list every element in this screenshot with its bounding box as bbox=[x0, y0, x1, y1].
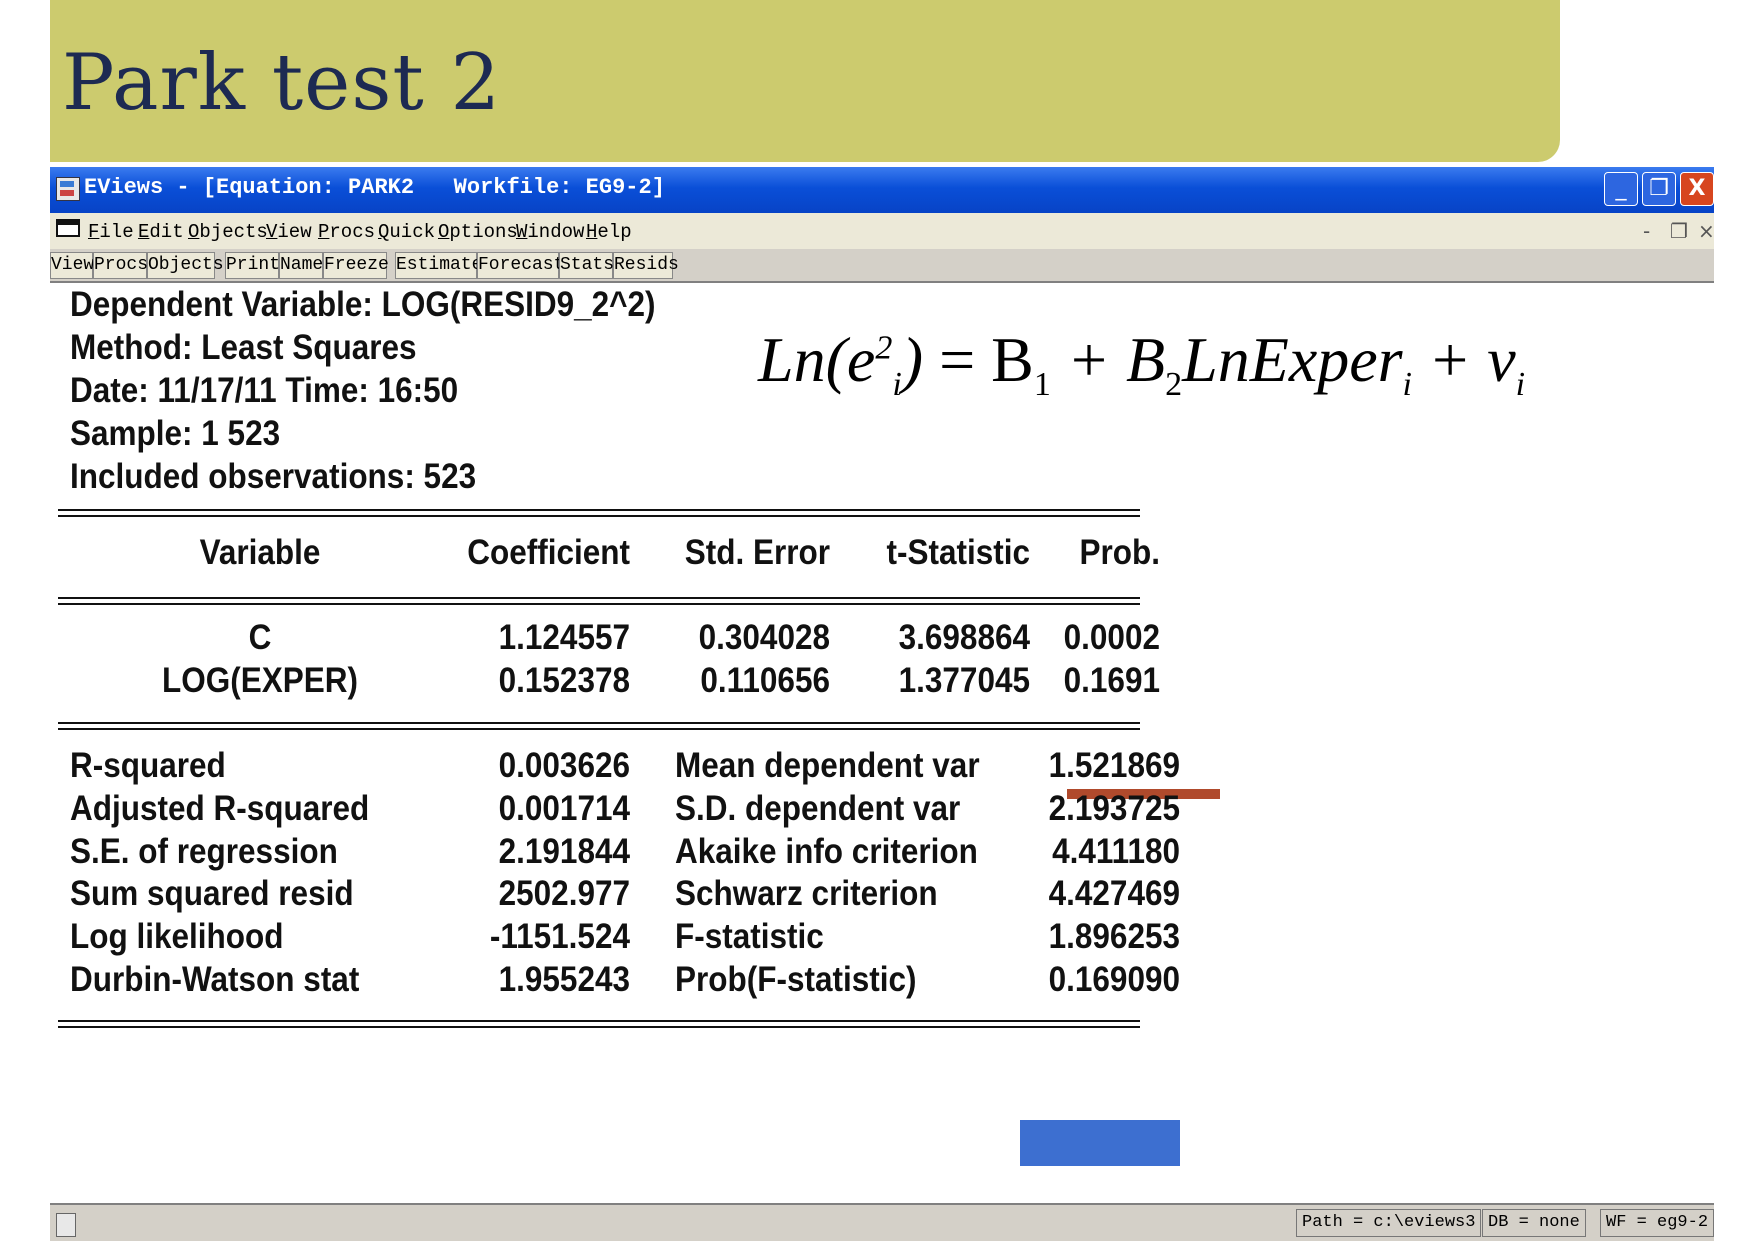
menu-view[interactable]: View bbox=[266, 221, 312, 243]
stat-value: 0.001714 bbox=[498, 789, 630, 828]
stat-label: Durbin-Watson stat bbox=[70, 960, 360, 999]
stat-value: 1.521869 bbox=[1048, 746, 1180, 785]
sample-line: Sample: 1 523 bbox=[70, 414, 281, 453]
stat-label: F-statistic bbox=[675, 917, 824, 956]
coef-row-prob: 0.0002 bbox=[1063, 618, 1160, 657]
method-line: Method: Least Squares bbox=[70, 328, 417, 367]
stat-value: 4.411180 bbox=[1052, 832, 1180, 871]
status-workfile: WF = eg9-2 bbox=[1600, 1209, 1715, 1237]
menu-quick[interactable]: Quick bbox=[378, 221, 435, 243]
coef-row-coefficient: 0.152378 bbox=[498, 661, 630, 700]
toolbar-procs-button[interactable]: Procs bbox=[93, 252, 148, 279]
col-header-std-error: Std. Error bbox=[684, 533, 830, 572]
date-time-line: Date: 11/17/11 Time: 16:50 bbox=[70, 371, 459, 410]
stat-value: 1.955243 bbox=[498, 960, 630, 999]
table-rule bbox=[58, 1020, 1140, 1022]
col-header-variable: Variable bbox=[199, 533, 321, 572]
toolbar-print-button[interactable]: Print bbox=[225, 252, 280, 279]
stat-value: 2.193725 bbox=[1048, 789, 1180, 828]
dependent-variable-line: Dependent Variable: LOG(RESID9_2^2) bbox=[70, 285, 656, 324]
status-bar: Path = c:\eviews3 DB = none WF = eg9-2 bbox=[50, 1203, 1715, 1241]
stat-label: R-squared bbox=[70, 746, 226, 785]
stat-label: Prob(F-statistic) bbox=[675, 960, 917, 999]
menu-options[interactable]: Options bbox=[438, 221, 518, 243]
stat-value: 2502.977 bbox=[498, 874, 630, 913]
toolbar-estimate-button[interactable]: Estimate bbox=[395, 252, 482, 279]
stat-label: Schwarz criterion bbox=[675, 874, 938, 913]
stat-label: S.E. of regression bbox=[70, 832, 338, 871]
stat-value: 0.003626 bbox=[498, 746, 630, 785]
coef-row-variable: LOG(EXPER) bbox=[161, 661, 359, 700]
equation-toolbar: View Procs Objects Print Name Freeze Est… bbox=[50, 249, 1714, 283]
eviews-window: EViews - [Equation: PARK2 Workfile: EG9-… bbox=[50, 167, 1715, 1241]
toolbar-view-button[interactable]: View bbox=[50, 252, 94, 279]
window-titlebar[interactable]: EViews - [Equation: PARK2 Workfile: EG9-… bbox=[50, 167, 1714, 213]
eviews-app-icon[interactable] bbox=[56, 177, 80, 201]
toolbar-stats-button[interactable]: Stats bbox=[559, 252, 614, 279]
table-rule bbox=[58, 515, 1140, 517]
table-rule bbox=[58, 509, 1140, 511]
coef-row-std-error: 0.304028 bbox=[698, 618, 830, 657]
toolbar-resids-button[interactable]: Resids bbox=[613, 252, 679, 279]
stat-value: 2.191844 bbox=[498, 832, 630, 871]
menu-window[interactable]: Window bbox=[516, 221, 584, 243]
stat-value: 4.427469 bbox=[1048, 874, 1180, 913]
window-title: EViews - [Equation: PARK2 Workfile: EG9-… bbox=[84, 175, 665, 200]
mdi-minimize-button[interactable]: - bbox=[1643, 219, 1650, 243]
menu-procs[interactable]: Procs bbox=[318, 221, 375, 243]
coef-row-variable: C bbox=[248, 618, 272, 657]
menu-help[interactable]: Help bbox=[586, 221, 632, 243]
toolbar-forecast-button[interactable]: Forecast bbox=[477, 252, 564, 279]
stat-label: Log likelihood bbox=[70, 917, 284, 956]
mdi-restore-button[interactable]: ❐ bbox=[1670, 219, 1688, 243]
slide-title: Park test 2 bbox=[62, 38, 502, 128]
table-rule bbox=[58, 728, 1140, 730]
coef-row-prob: 0.1691 bbox=[1063, 661, 1160, 700]
toolbar-objects-button[interactable]: Objects bbox=[147, 252, 224, 279]
stat-label: Akaike info criterion bbox=[675, 832, 978, 871]
observations-line: Included observations: 523 bbox=[70, 457, 477, 496]
stat-label: S.D. dependent var bbox=[675, 789, 961, 828]
table-rule bbox=[58, 722, 1140, 724]
toolbar-freeze-button[interactable]: Freeze bbox=[323, 252, 389, 279]
stat-label: Sum squared resid bbox=[70, 874, 354, 913]
coef-row-std-error: 0.110656 bbox=[700, 661, 830, 700]
regression-formula: Ln(e2i) = B1 + B2LnExperi + vi bbox=[758, 324, 1526, 403]
document-window-icon[interactable] bbox=[56, 219, 80, 237]
col-header-coefficient: Coefficient bbox=[467, 533, 630, 572]
table-rule bbox=[58, 1026, 1140, 1028]
close-button[interactable]: X bbox=[1680, 172, 1714, 206]
menu-objects[interactable]: Objects bbox=[188, 221, 268, 243]
menu-file[interactable]: File bbox=[88, 221, 134, 243]
mdi-close-button[interactable]: × bbox=[1698, 219, 1715, 243]
minimize-button[interactable]: _ bbox=[1604, 172, 1638, 206]
col-header-prob: Prob. bbox=[1079, 533, 1160, 572]
table-rule bbox=[58, 603, 1140, 605]
equation-output: Dependent Variable: LOG(RESID9_2^2) Meth… bbox=[50, 283, 1714, 1203]
stat-value: -1151.524 bbox=[489, 917, 630, 956]
toolbar-name-button[interactable]: Name bbox=[279, 252, 323, 279]
menu-edit[interactable]: Edit bbox=[138, 221, 184, 243]
stat-label: Mean dependent var bbox=[675, 746, 980, 785]
prob-f-highlight bbox=[1020, 1120, 1180, 1166]
menu-bar: File Edit Objects View Procs Quick Optio… bbox=[50, 213, 1715, 249]
status-path: Path = c:\eviews3 bbox=[1296, 1209, 1482, 1237]
status-message-area bbox=[56, 1213, 76, 1237]
stat-value: 1.896253 bbox=[1048, 917, 1180, 956]
status-db: DB = none bbox=[1482, 1209, 1586, 1237]
stat-value: 0.169090 bbox=[1048, 960, 1180, 999]
stat-label: Adjusted R-squared bbox=[70, 789, 370, 828]
table-rule bbox=[58, 597, 1140, 599]
coef-row-coefficient: 1.124557 bbox=[498, 618, 630, 657]
maximize-button[interactable]: ❐ bbox=[1642, 172, 1676, 206]
